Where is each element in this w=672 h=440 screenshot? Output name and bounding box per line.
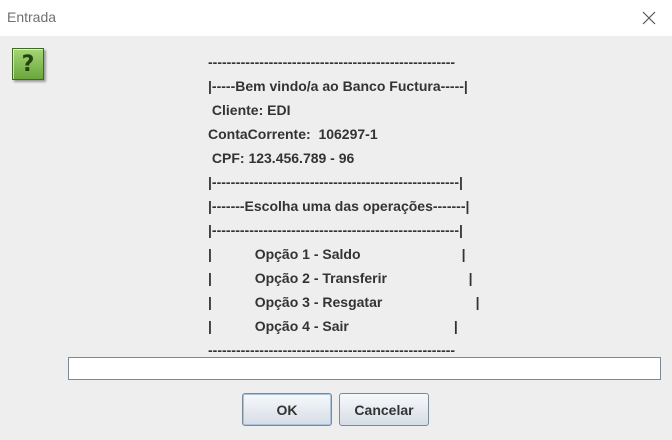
message-line: | Opção 1 - Saldo | (208, 246, 466, 262)
ok-button[interactable]: OK (242, 393, 332, 426)
question-icon: ? (12, 48, 44, 80)
message-line: | Opção 4 - Sair | (208, 318, 458, 334)
message-text: ----------------------------------------… (208, 50, 480, 362)
message-line: |-----Bem vindo/a ao Banco Fuctura-----| (208, 78, 468, 94)
entry-text-field[interactable] (68, 357, 661, 380)
message-line: Cliente: EDI (208, 102, 291, 118)
message-line: | Opção 2 - Transferir | (208, 270, 473, 286)
message-line: |-------Escolha uma das operações-------… (208, 198, 470, 214)
close-button[interactable] (626, 0, 672, 36)
message-line: | Opção 3 - Resgatar | (208, 294, 480, 310)
input-dialog: Entrada ? ------------------------------… (0, 0, 672, 440)
message-line: |---------------------------------------… (208, 174, 463, 190)
message-line: CPF: 123.456.789 - 96 (208, 150, 355, 166)
message-line: ----------------------------------------… (208, 54, 456, 70)
title-bar: Entrada (0, 0, 672, 36)
cancel-button[interactable]: Cancelar (339, 393, 429, 426)
message-line: |---------------------------------------… (208, 222, 463, 238)
message-line: ContaCorrente: 106297-1 (208, 126, 378, 142)
window-title: Entrada (7, 9, 57, 25)
close-icon (642, 11, 656, 25)
